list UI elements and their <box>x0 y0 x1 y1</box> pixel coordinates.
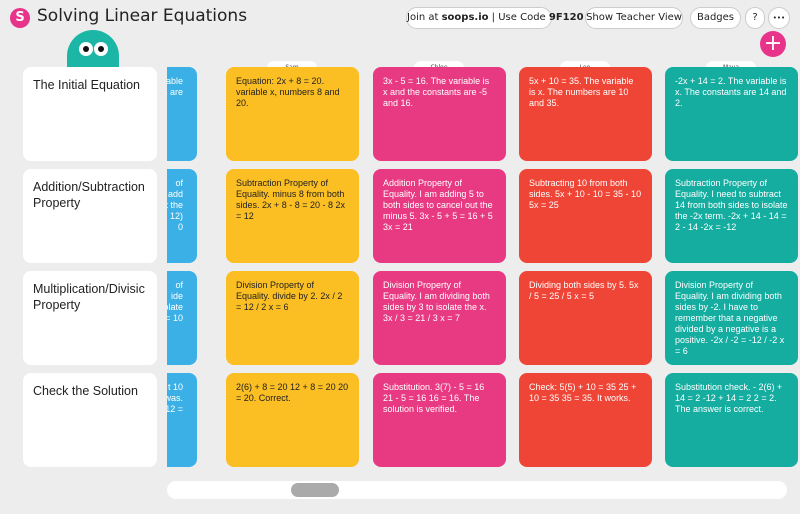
response-card[interactable]: Equation: 2x + 8 = 20. variable x, numbe… <box>226 67 359 161</box>
response-card[interactable]: Subtracting 10 from both sides. 5x + 10 … <box>519 169 652 263</box>
response-card[interactable]: Addition Property of Equality. I am addi… <box>373 169 506 263</box>
badges-button[interactable]: Badges <box>690 7 741 29</box>
response-card[interactable]: Division Property of Equality. I am divi… <box>373 271 506 365</box>
response-card[interactable]: Dividing both sides by 5. 5x / 5 = 25 / … <box>519 271 652 365</box>
scrollbar-thumb[interactable] <box>291 483 339 497</box>
response-card[interactable]: t 10 was. - 12 = <box>167 373 197 467</box>
show-teacher-view-button[interactable]: Show Teacher View <box>585 7 683 29</box>
response-card[interactable]: of ide isolate 4 x = 10 <box>167 271 197 365</box>
response-card[interactable]: 5x + 10 = 35. The variable is x. The num… <box>519 67 652 161</box>
page-title: Solving Linear Equations <box>37 6 248 26</box>
help-button[interactable]: ? <box>745 7 765 29</box>
row-label[interactable]: Check the Solution <box>23 373 157 467</box>
top-bar: S Solving Linear Equations Join at soops… <box>0 0 800 36</box>
mascot-icon <box>67 30 119 70</box>
mascot-eye-icon <box>94 42 108 56</box>
response-card[interactable]: Substitution. 3(7) - 5 = 16 21 - 5 = 16 … <box>373 373 506 467</box>
response-card[interactable]: -2x + 14 = 2. The variable is x. The con… <box>665 67 798 161</box>
response-card[interactable]: Division Property of Equality. I am divi… <box>665 271 798 365</box>
join-info-button[interactable]: Join at soops.io | Use Code 9F120 <box>406 7 584 29</box>
response-card[interactable]: Check: 5(5) + 10 = 35 25 + 10 = 35 35 = … <box>519 373 652 467</box>
row-label[interactable]: The Initial Equation <box>23 67 157 161</box>
response-card[interactable]: Division Property of Equality. divide by… <box>226 271 359 365</box>
row-label[interactable]: Addition/Subtraction Property <box>23 169 157 263</box>
horizontal-scrollbar[interactable] <box>167 481 787 499</box>
more-options-button[interactable]: ••• <box>768 7 790 29</box>
mascot-eye-icon <box>79 42 93 56</box>
response-card[interactable]: 2(6) + 8 = 20 12 + 8 = 20 20 = 20. Corre… <box>226 373 359 467</box>
response-card[interactable]: Subtraction Property of Equality. I need… <box>665 169 798 263</box>
response-card[interactable]: variable stants are <box>167 67 197 161</box>
response-card[interactable]: of add get the 2 (+ 12) 0 <box>167 169 197 263</box>
row-label[interactable]: Multiplication/Divisic Property <box>23 271 157 365</box>
board: variable stants are of add get the 2 (+ 1… <box>167 36 800 476</box>
response-card[interactable]: 3x - 5 = 16. The variable is x and the c… <box>373 67 506 161</box>
response-card[interactable]: Subtraction Property of Equality. minus … <box>226 169 359 263</box>
soops-logo-icon: S <box>10 8 30 28</box>
response-card[interactable]: Substitution check. - 2(6) + 14 = 2 -12 … <box>665 373 798 467</box>
